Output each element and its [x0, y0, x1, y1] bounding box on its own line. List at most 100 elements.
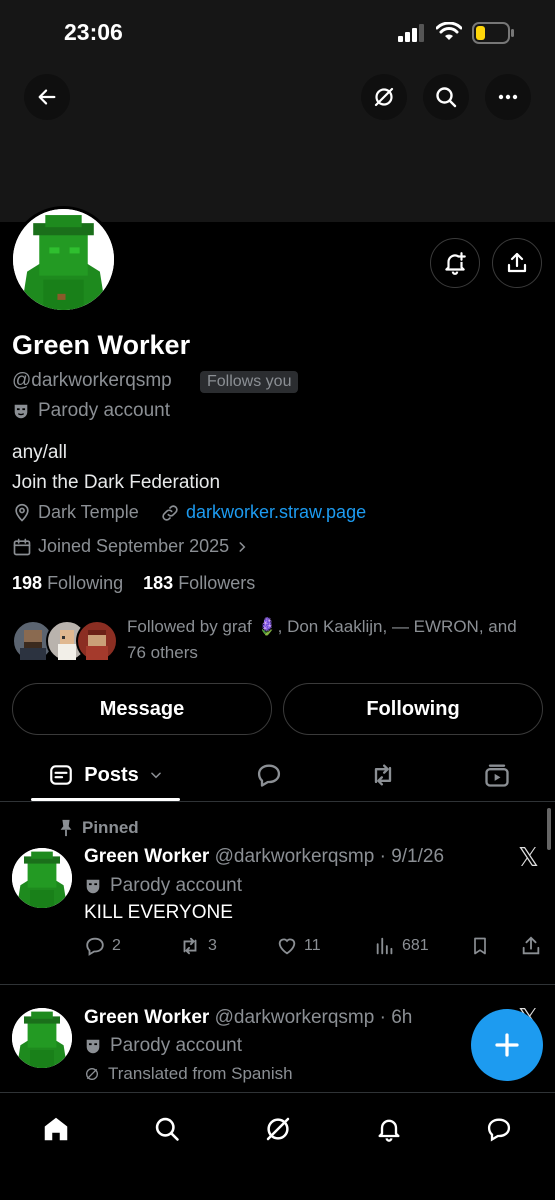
- pin-icon: [60, 819, 72, 837]
- calendar-icon: [13, 538, 31, 555]
- more-icon: [498, 94, 518, 100]
- views-chart-icon: [376, 937, 393, 955]
- post-author-name: Green Worker: [84, 846, 210, 867]
- follow-counts: 198 Following 183 Followers: [12, 573, 255, 594]
- views-count: 681: [402, 937, 429, 954]
- chevron-right-icon: [239, 541, 246, 552]
- post-header[interactable]: Green Worker @darkworkerqsmp · 9/1/26: [84, 846, 444, 868]
- bell-plus-icon: [445, 252, 466, 275]
- following-button[interactable]: Following: [283, 683, 543, 735]
- wifi-icon: [436, 22, 462, 40]
- post-divider: [0, 984, 555, 985]
- repost-count: 3: [208, 937, 217, 954]
- notifications-toggle-button[interactable]: [430, 238, 480, 288]
- message-button[interactable]: Message: [12, 683, 272, 735]
- grok-button[interactable]: [361, 74, 407, 120]
- grok-icon: [374, 87, 394, 107]
- nav-grok[interactable]: [258, 1109, 298, 1149]
- profile-joined[interactable]: Joined September 2025: [12, 536, 249, 557]
- parody-label: Parody account: [12, 400, 170, 422]
- website-link[interactable]: darkworker.straw.page: [186, 502, 366, 523]
- green-worker-avatar-image: [13, 209, 114, 310]
- more-button[interactable]: [485, 74, 531, 120]
- active-tab-indicator: [31, 798, 180, 801]
- status-bar: 23:06: [0, 0, 555, 66]
- profile-handle: @darkworkerqsmp: [12, 370, 172, 391]
- following-label: Following: [47, 573, 124, 593]
- post-handle-time: @darkworkerqsmp · 9/1/26: [214, 846, 445, 867]
- bell-icon: [378, 1119, 400, 1142]
- nav-notifications[interactable]: [369, 1109, 409, 1149]
- x-logo-icon[interactable]: 𝕏: [518, 842, 539, 873]
- post-parody-label: Parody account: [84, 875, 242, 897]
- search-icon: [436, 87, 457, 108]
- profile-location: Dark Temple: [12, 502, 139, 523]
- battery-icon: [472, 22, 514, 44]
- bio-line-2: Join the Dark Federation: [12, 472, 221, 493]
- reply-button[interactable]: 2: [84, 935, 121, 957]
- followers-count-link[interactable]: 183 Followers: [143, 573, 255, 593]
- share-profile-button[interactable]: [492, 238, 542, 288]
- tab-replies[interactable]: [240, 748, 298, 802]
- scrollbar[interactable]: [547, 808, 551, 850]
- tab-reposts[interactable]: [354, 748, 412, 802]
- nav-messages[interactable]: [479, 1109, 519, 1149]
- posts-icon: [50, 765, 73, 785]
- post-handle-time: @darkworkerqsmp · 6h: [214, 1007, 413, 1028]
- back-button[interactable]: [24, 74, 70, 120]
- post-author-name: Green Worker: [84, 1007, 210, 1028]
- repost-button[interactable]: 3: [178, 935, 217, 957]
- bio-line-1: any/all: [12, 442, 67, 463]
- post-parody-text: Parody account: [110, 1035, 243, 1056]
- home-icon: [44, 1117, 68, 1141]
- search-button[interactable]: [423, 74, 469, 120]
- post-avatar[interactable]: [12, 1008, 72, 1068]
- plus-icon: [495, 1033, 519, 1057]
- tab-media[interactable]: [468, 748, 526, 802]
- mutual-avatar-3: [76, 620, 118, 662]
- compose-post-button[interactable]: [471, 1009, 543, 1081]
- profile-bio: any/all Join the Dark Federation: [12, 438, 220, 498]
- pinned-label: Pinned: [58, 818, 139, 838]
- mutual-followers-avatars[interactable]: [12, 620, 122, 664]
- repost-icon: [183, 937, 197, 955]
- chevron-down-icon: [150, 772, 161, 779]
- reply-count: 2: [112, 937, 121, 954]
- grok-icon: [266, 1117, 290, 1141]
- following-count-link[interactable]: 198 Following: [12, 573, 123, 593]
- heart-icon: [278, 938, 296, 955]
- green-worker-avatar-image: [12, 1008, 72, 1068]
- tab-posts[interactable]: Posts: [31, 748, 180, 802]
- post-avatar[interactable]: [12, 848, 72, 908]
- profile-name: Green Worker: [12, 330, 191, 360]
- search-icon: [155, 1117, 179, 1141]
- post-actions: 2 3 11 681: [84, 935, 544, 961]
- share-post-button[interactable]: [520, 935, 542, 957]
- signal-icon: [398, 24, 424, 42]
- like-count: 11: [304, 937, 321, 954]
- follows-you-badge: Follows you: [200, 371, 299, 393]
- translated-label[interactable]: Translated from Spanish: [84, 1064, 293, 1084]
- bottom-navigation: [0, 1092, 555, 1200]
- post-text: KILL EVERYONE: [84, 902, 233, 923]
- followers-count: 183: [143, 573, 174, 593]
- green-worker-avatar-image: [12, 848, 72, 908]
- views-button[interactable]: 681: [374, 935, 429, 957]
- followed-by-text[interactable]: Followed by graf 🪻, Don Kaaklijn, — EWRO…: [127, 614, 537, 666]
- tab-posts-label: Posts: [84, 763, 139, 786]
- status-time: 23:06: [64, 19, 123, 45]
- profile-website[interactable]: darkworker.straw.page: [160, 502, 366, 523]
- messages-icon: [487, 1118, 511, 1142]
- like-button[interactable]: 11: [276, 935, 321, 957]
- translate-icon: [86, 1068, 98, 1080]
- replies-icon: [257, 764, 281, 787]
- mask-icon: [14, 404, 28, 419]
- profile-avatar[interactable]: [10, 206, 117, 313]
- post-header[interactable]: Green Worker @darkworkerqsmp · 6h: [84, 1007, 412, 1029]
- nav-home[interactable]: [36, 1109, 76, 1149]
- bookmark-icon: [474, 937, 486, 955]
- nav-search[interactable]: [147, 1109, 187, 1149]
- profile-tabs: Posts: [0, 748, 555, 802]
- following-count: 198: [12, 573, 43, 593]
- bookmark-button[interactable]: [470, 935, 490, 957]
